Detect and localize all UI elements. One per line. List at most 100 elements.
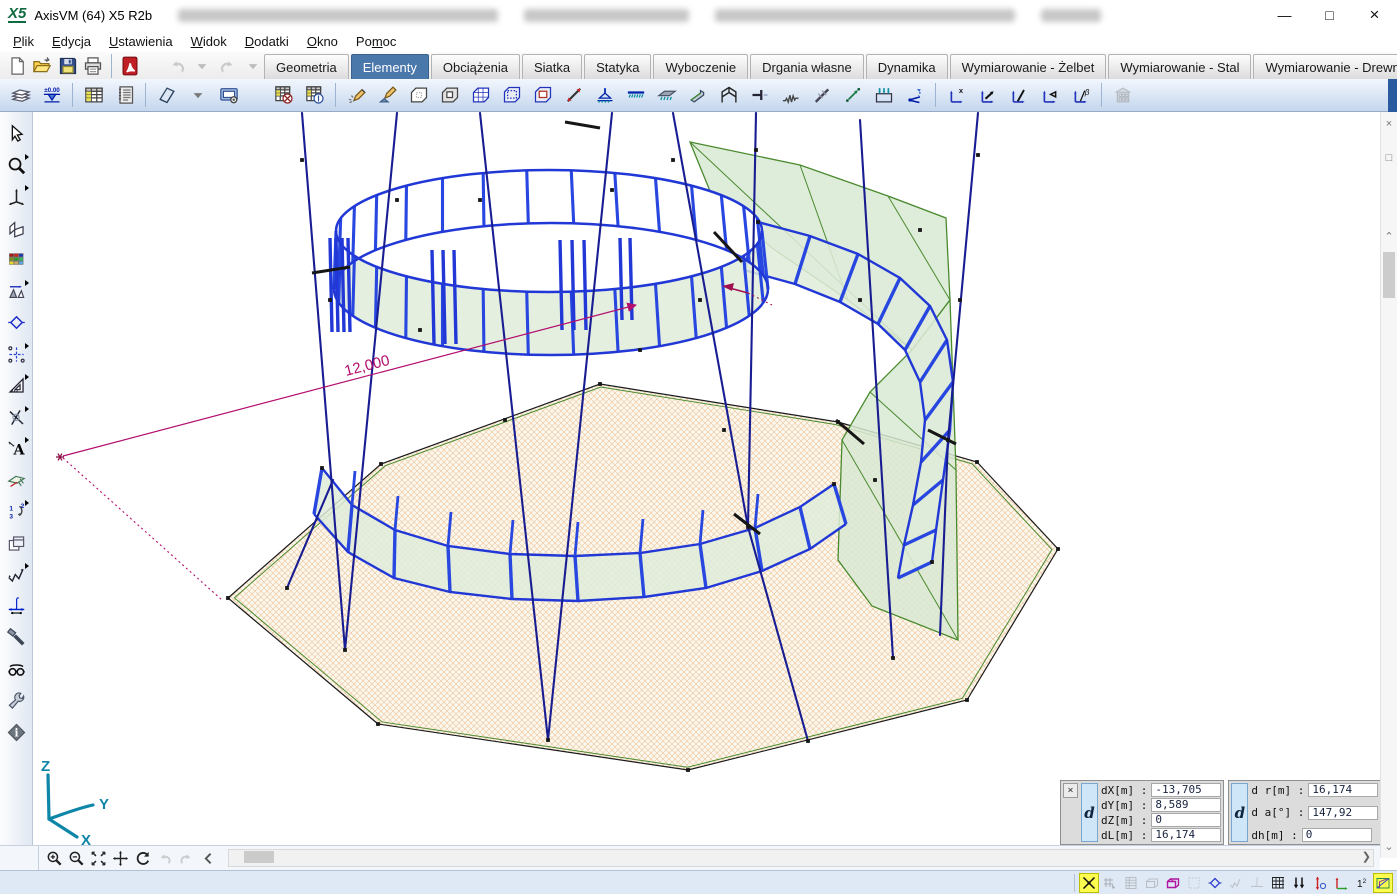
library-dropdown-button[interactable]: [183, 81, 212, 109]
active-parts-button[interactable]: [1163, 873, 1183, 893]
section-lines-button[interactable]: [3, 562, 29, 587]
open-model-button[interactable]: [31, 53, 53, 78]
line-element-button[interactable]: [559, 81, 588, 109]
draw-objects-button[interactable]: [342, 81, 371, 109]
coordinate-value-field[interactable]: 8,589: [1151, 798, 1221, 812]
view-restore-button[interactable]: □: [1381, 152, 1397, 164]
menu-dodatki[interactable]: Dodatki: [236, 32, 298, 51]
zoom-out-button[interactable]: [67, 849, 86, 868]
menu-pomoc[interactable]: Pomoc: [347, 32, 405, 51]
local-direction-button[interactable]: [973, 81, 1002, 109]
tab-siatka[interactable]: Siatka: [522, 54, 582, 79]
horizontal-scrollbar[interactable]: ❯: [228, 849, 1374, 867]
coordinate-value-field[interactable]: 147,92: [1308, 806, 1378, 820]
coordinate-value-field[interactable]: -13,705: [1151, 783, 1221, 797]
region-hole-button[interactable]: [435, 81, 464, 109]
coordinate-value-field[interactable]: 0: [1302, 828, 1372, 842]
storeys-button[interactable]: [6, 81, 35, 109]
domain-button[interactable]: [497, 81, 526, 109]
line-support-button[interactable]: [621, 81, 650, 109]
local-x-direction-button[interactable]: x: [942, 81, 971, 109]
tab-drgania-własne[interactable]: Drgania własne: [750, 54, 864, 79]
scroll-up-arrow[interactable]: ⌃: [1381, 230, 1397, 243]
menu-okno[interactable]: Okno: [298, 32, 347, 51]
drawing-library-button[interactable]: [152, 81, 181, 109]
undo-dropdown-button[interactable]: [191, 53, 213, 78]
building-model-button[interactable]: [1108, 81, 1137, 109]
preferences-button[interactable]: [3, 688, 29, 713]
tab-obciążenia[interactable]: Obciążenia: [431, 54, 520, 79]
load-display-button[interactable]: [1289, 873, 1309, 893]
search-button[interactable]: [3, 625, 29, 650]
parts-display-button[interactable]: [1142, 873, 1162, 893]
coordinate-value-field[interactable]: 16,174: [1151, 828, 1221, 842]
guidelines-button[interactable]: [3, 342, 29, 367]
translate-button[interactable]: [3, 279, 29, 304]
coordinate-panel-close-button[interactable]: ×: [1063, 783, 1078, 798]
drafting-aids-button[interactable]: [3, 373, 29, 398]
unit-settings-button[interactable]: 12: [1352, 873, 1372, 893]
reaction-display-button[interactable]: [1310, 873, 1330, 893]
selection-parts-button[interactable]: [1184, 873, 1204, 893]
save-to-library-button[interactable]: [214, 81, 243, 109]
region-button[interactable]: [404, 81, 433, 109]
cross-section-table-button[interactable]: I: [300, 81, 329, 109]
model-info-button[interactable]: i: [3, 720, 29, 745]
annotation-button[interactable]: A: [3, 436, 29, 461]
collapse-viewbar-button[interactable]: [199, 849, 218, 868]
scroll-right-arrow[interactable]: ❯: [1362, 850, 1371, 864]
local-reference-button[interactable]: [1035, 81, 1064, 109]
tab-wymiarowanie-żelbet[interactable]: Wymiarowanie - Żelbet: [950, 54, 1107, 79]
section-segment-button[interactable]: [1226, 873, 1246, 893]
cursor-snap-button[interactable]: [1079, 873, 1099, 893]
tab-statyka[interactable]: Statyka: [584, 54, 651, 79]
local-axes-display-button[interactable]: [1331, 873, 1351, 893]
views-button[interactable]: [3, 184, 29, 209]
print-button[interactable]: [82, 53, 104, 78]
tab-wymiarowanie-drewno[interactable]: Wymiarowanie - Drewno: [1253, 54, 1397, 79]
link-element-button[interactable]: [838, 81, 867, 109]
selection-button[interactable]: [3, 121, 29, 146]
mesh-display-button[interactable]: [1268, 873, 1288, 893]
minimize-button[interactable]: —: [1262, 0, 1307, 30]
delta-toggle-cartesian[interactable]: d: [1081, 783, 1098, 842]
menu-ustawienia[interactable]: Ustawienia: [100, 32, 182, 51]
nodal-support-button[interactable]: [590, 81, 619, 109]
menu-plik[interactable]: Plik: [4, 32, 43, 51]
domain-hole-button[interactable]: [528, 81, 557, 109]
report-maker-button[interactable]: [110, 81, 139, 109]
save-model-button[interactable]: [57, 53, 79, 78]
local-beta-angle-button[interactable]: β: [1066, 81, 1095, 109]
scroll-down-arrow[interactable]: ⌄: [1381, 840, 1397, 853]
rib-button[interactable]: [683, 81, 712, 109]
redo-dropdown-button[interactable]: [242, 53, 264, 78]
gap-element-button[interactable]: [807, 81, 836, 109]
view-redo-button[interactable]: [177, 849, 196, 868]
maximize-button[interactable]: □: [1307, 0, 1352, 30]
horizontal-scrollbar-thumb[interactable]: [244, 851, 274, 863]
coordinate-table-button[interactable]: [1121, 873, 1141, 893]
delta-toggle-polar[interactable]: d: [1231, 783, 1248, 842]
display-options-button[interactable]: [3, 657, 29, 682]
intersection-button[interactable]: [3, 405, 29, 430]
tab-elementy[interactable]: Elementy: [351, 54, 429, 79]
edge-hinge-button[interactable]: [869, 81, 898, 109]
integration-button[interactable]: ∫: [1247, 873, 1267, 893]
spring-element-button[interactable]: [776, 81, 805, 109]
pan-button[interactable]: [111, 849, 130, 868]
frame-structure-button[interactable]: [714, 81, 743, 109]
symmetry-button[interactable]: [1205, 873, 1225, 893]
grid-snap-button[interactable]: [1100, 873, 1120, 893]
tab-wymiarowanie-stal[interactable]: Wymiarowanie - Stal: [1108, 54, 1251, 79]
tab-wyboczenie[interactable]: Wyboczenie: [653, 54, 748, 79]
virtual-beam-button[interactable]: ∫: [3, 594, 29, 619]
vertical-scrollbar[interactable]: × □ ⌃ ⌄: [1380, 112, 1397, 858]
new-model-button[interactable]: [6, 53, 28, 78]
redo-button[interactable]: [216, 53, 238, 78]
menu-edycja[interactable]: Edycja: [43, 32, 100, 51]
mirror-button[interactable]: [3, 310, 29, 335]
zoom-button[interactable]: [3, 153, 29, 178]
tab-dynamika[interactable]: Dynamika: [866, 54, 948, 79]
close-button[interactable]: ×: [1352, 0, 1397, 30]
view-undo-button[interactable]: [155, 849, 174, 868]
